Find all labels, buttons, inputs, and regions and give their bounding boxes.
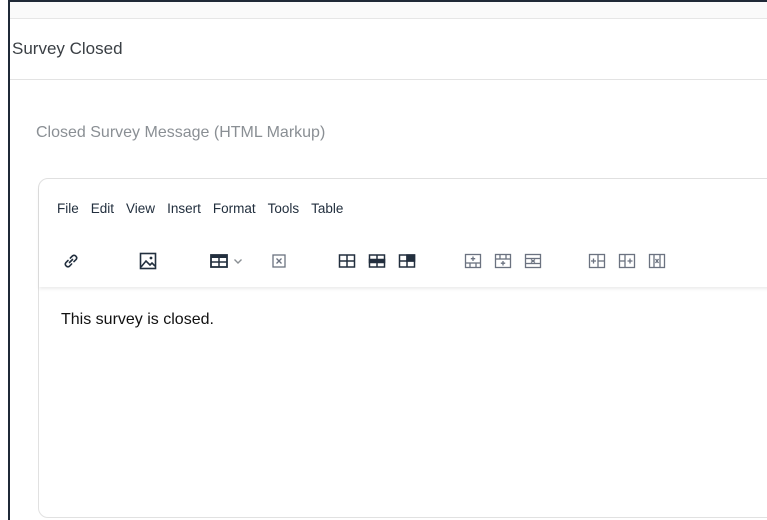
image-icon: [139, 252, 157, 270]
menu-file[interactable]: File: [57, 199, 85, 219]
top-strip: [10, 2, 767, 19]
insert-column-before-icon: [588, 253, 606, 269]
insert-row-before-button[interactable]: [461, 249, 485, 273]
insert-column-after-icon: [618, 253, 636, 269]
delete-row-button[interactable]: [521, 249, 545, 273]
panel-frame: Survey Closed Closed Survey Message (HTM…: [8, 0, 767, 520]
link-icon: [64, 254, 78, 268]
editor-content[interactable]: This survey is closed.: [61, 311, 214, 329]
delete-column-icon: [648, 253, 666, 269]
row-properties-button[interactable]: [365, 249, 389, 273]
menu-insert[interactable]: Insert: [161, 199, 207, 219]
link-button[interactable]: [59, 249, 83, 273]
delete-column-button[interactable]: [645, 249, 669, 273]
table-row-properties-icon: [368, 254, 386, 268]
closed-message-label: Closed Survey Message (HTML Markup): [36, 124, 326, 141]
chevron-down-icon: [233, 259, 242, 264]
menu-table[interactable]: Table: [305, 199, 349, 219]
table-properties-icon: [338, 254, 356, 268]
cell-properties-button[interactable]: [395, 249, 419, 273]
table-button[interactable]: [205, 249, 247, 273]
insert-image-button[interactable]: [136, 249, 160, 273]
menu-format[interactable]: Format: [207, 199, 262, 219]
insert-row-after-button[interactable]: [491, 249, 515, 273]
editor-header: File Edit View Insert Format Tools Table: [39, 179, 767, 287]
table-properties-button[interactable]: [335, 249, 359, 273]
insert-row-after-icon: [494, 253, 512, 269]
section-title: Survey Closed: [12, 39, 123, 58]
menu-tools[interactable]: Tools: [262, 199, 306, 219]
menu-view[interactable]: View: [120, 199, 161, 219]
insert-column-before-button[interactable]: [585, 249, 609, 273]
editor-toolbar: [39, 241, 767, 281]
table-icon: [209, 254, 228, 268]
insert-column-after-button[interactable]: [615, 249, 639, 273]
table-cell-properties-icon: [398, 254, 416, 268]
section-header: Survey Closed: [10, 19, 767, 80]
rich-text-editor[interactable]: File Edit View Insert Format Tools Table: [38, 178, 767, 518]
delete-table-button[interactable]: [267, 249, 291, 273]
delete-row-icon: [524, 253, 542, 269]
delete-table-icon: [272, 254, 286, 268]
insert-row-before-icon: [464, 253, 482, 269]
editor-menubar: File Edit View Insert Format Tools Table: [57, 199, 349, 219]
menu-edit[interactable]: Edit: [85, 199, 120, 219]
